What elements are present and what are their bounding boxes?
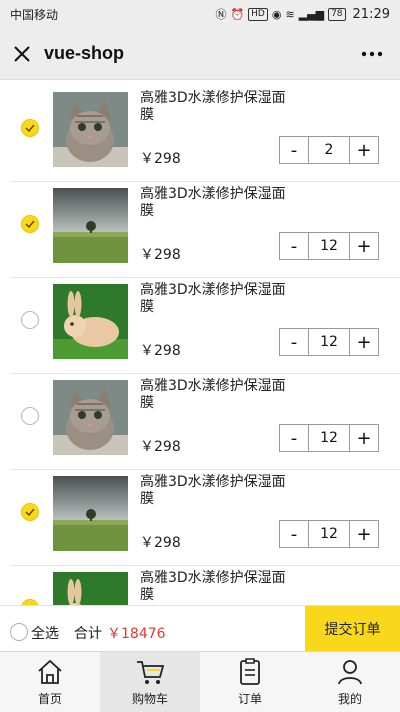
- quantity-stepper: -2 +: [279, 136, 379, 164]
- product-name: 高雅3D水漾修护保湿面膜: [140, 474, 286, 507]
- cart-item: 高雅3D水漾修护保湿面膜 ￥298 -12 +: [10, 374, 400, 470]
- item-checkbox[interactable]: [21, 215, 39, 233]
- cart-list: 高雅3D水漾修护保湿面膜 ￥298-2 + 高雅3D水漾修护保湿面膜 ￥298-12 + 高…: [0, 81, 400, 605]
- submit-order-button[interactable]: 提交订单: [305, 606, 400, 652]
- home-icon: [38, 659, 62, 684]
- order-icon: [240, 658, 260, 685]
- item-checkbox[interactable]: [21, 119, 39, 137]
- cart-item: 高雅3D水漾修护保湿面膜 ￥298 -12 +: [10, 182, 400, 278]
- item-checkbox[interactable]: [21, 503, 39, 521]
- tab-profile-label: 我的: [337, 692, 362, 706]
- decrease-button[interactable]: -: [279, 328, 309, 356]
- close-button[interactable]: [0, 28, 44, 80]
- more-button[interactable]: [358, 42, 386, 66]
- tab-home[interactable]: 首页: [0, 652, 100, 712]
- total-label: 合计: [74, 626, 102, 642]
- increase-button[interactable]: +: [349, 136, 379, 164]
- cart-item: 高雅3D水漾修护保湿面膜 ￥298 -12 +: [10, 470, 400, 566]
- nfc-icon: Ⓝ: [215, 7, 227, 21]
- title-bar: vue-shop: [0, 28, 400, 80]
- product-image[interactable]: [53, 380, 128, 455]
- increase-button[interactable]: +: [349, 520, 379, 548]
- decrease-button[interactable]: -: [279, 424, 309, 452]
- tab-orders[interactable]: 订单: [200, 652, 300, 712]
- product-price: ￥298: [140, 535, 181, 551]
- select-all-label[interactable]: 全选: [31, 623, 59, 643]
- total-value: ￥18476: [107, 626, 166, 642]
- product-name: 高雅3D水漾修护保湿面膜: [140, 282, 286, 315]
- status-bar: 中国移动 Ⓝ ⏰ HD ◉ ≋ ▂▄▆ 78 21:29: [0, 0, 400, 28]
- tab-orders-label: 订单: [237, 692, 262, 706]
- quantity-value[interactable]: 12: [309, 328, 349, 356]
- product-price: ￥298: [140, 439, 181, 455]
- quantity-stepper: -12 +: [279, 520, 379, 548]
- more-icon: [361, 51, 383, 57]
- product-name: 高雅3D水漾修护保湿面膜: [140, 570, 286, 603]
- increase-button[interactable]: +: [349, 232, 379, 260]
- item-checkbox[interactable]: [21, 311, 39, 329]
- product-name: 高雅3D水漾修护保湿面膜: [140, 90, 286, 123]
- tab-cart[interactable]: 购物车: [100, 652, 200, 712]
- cart-icon: [137, 661, 165, 684]
- quantity-value[interactable]: 12: [309, 520, 349, 548]
- tab-home-label: 首页: [37, 692, 62, 706]
- product-image[interactable]: [53, 92, 128, 167]
- clock: 21:29: [352, 6, 390, 22]
- item-checkbox[interactable]: [21, 407, 39, 425]
- product-image[interactable]: [53, 188, 128, 263]
- increase-button[interactable]: +: [349, 424, 379, 452]
- quantity-stepper: -12 +: [279, 232, 379, 260]
- cart-item: 高雅3D水漾修护保湿面膜: [10, 566, 400, 605]
- product-image[interactable]: [53, 476, 128, 551]
- carrier-name: 中国移动: [10, 7, 59, 22]
- cart-item: 高雅3D水漾修护保湿面膜 ￥298 -2 +: [10, 86, 400, 182]
- increase-button[interactable]: +: [349, 328, 379, 356]
- decrease-button[interactable]: -: [279, 136, 309, 164]
- quantity-stepper: -12 +: [279, 328, 379, 356]
- quantity-value[interactable]: 12: [309, 424, 349, 452]
- check-icon: [25, 508, 35, 516]
- hd-icon: HD: [248, 7, 268, 21]
- check-icon: [25, 220, 35, 228]
- wifi-icon: ≋: [285, 7, 295, 21]
- product-image[interactable]: [53, 572, 128, 605]
- quantity-value[interactable]: 2: [309, 136, 349, 164]
- tab-profile[interactable]: 我的: [300, 652, 400, 712]
- page-title: vue-shop: [44, 43, 125, 63]
- tab-bar: 首页 购物车 订单 我的: [0, 651, 400, 712]
- product-price: ￥298: [140, 247, 181, 263]
- battery-indicator: 78: [328, 7, 346, 21]
- product-image[interactable]: [53, 284, 128, 359]
- summary-bar: 全选 合计 ￥18476 提交订单: [0, 605, 400, 652]
- check-icon: [25, 124, 35, 132]
- cart-item: 高雅3D水漾修护保湿面膜 ￥298 -12 +: [10, 278, 400, 374]
- decrease-button[interactable]: -: [279, 520, 309, 548]
- decrease-button[interactable]: -: [279, 232, 309, 260]
- close-icon: [14, 45, 30, 62]
- eye-icon: ◉: [271, 7, 282, 21]
- tab-cart-label: 购物车: [131, 692, 168, 706]
- quantity-value[interactable]: 12: [309, 232, 349, 260]
- alarm-icon: ⏰: [230, 7, 245, 21]
- product-price: ￥298: [140, 343, 181, 359]
- user-icon: [338, 660, 362, 685]
- signal-icon: ▂▄▆: [298, 7, 325, 21]
- product-name: 高雅3D水漾修护保湿面膜: [140, 378, 286, 411]
- product-name: 高雅3D水漾修护保湿面膜: [140, 186, 286, 219]
- select-all-checkbox[interactable]: [10, 623, 28, 641]
- product-price: ￥298: [140, 151, 181, 167]
- status-icons: Ⓝ ⏰ HD ◉ ≋ ▂▄▆ 78 21:29: [215, 7, 390, 22]
- quantity-stepper: -12 +: [279, 424, 379, 452]
